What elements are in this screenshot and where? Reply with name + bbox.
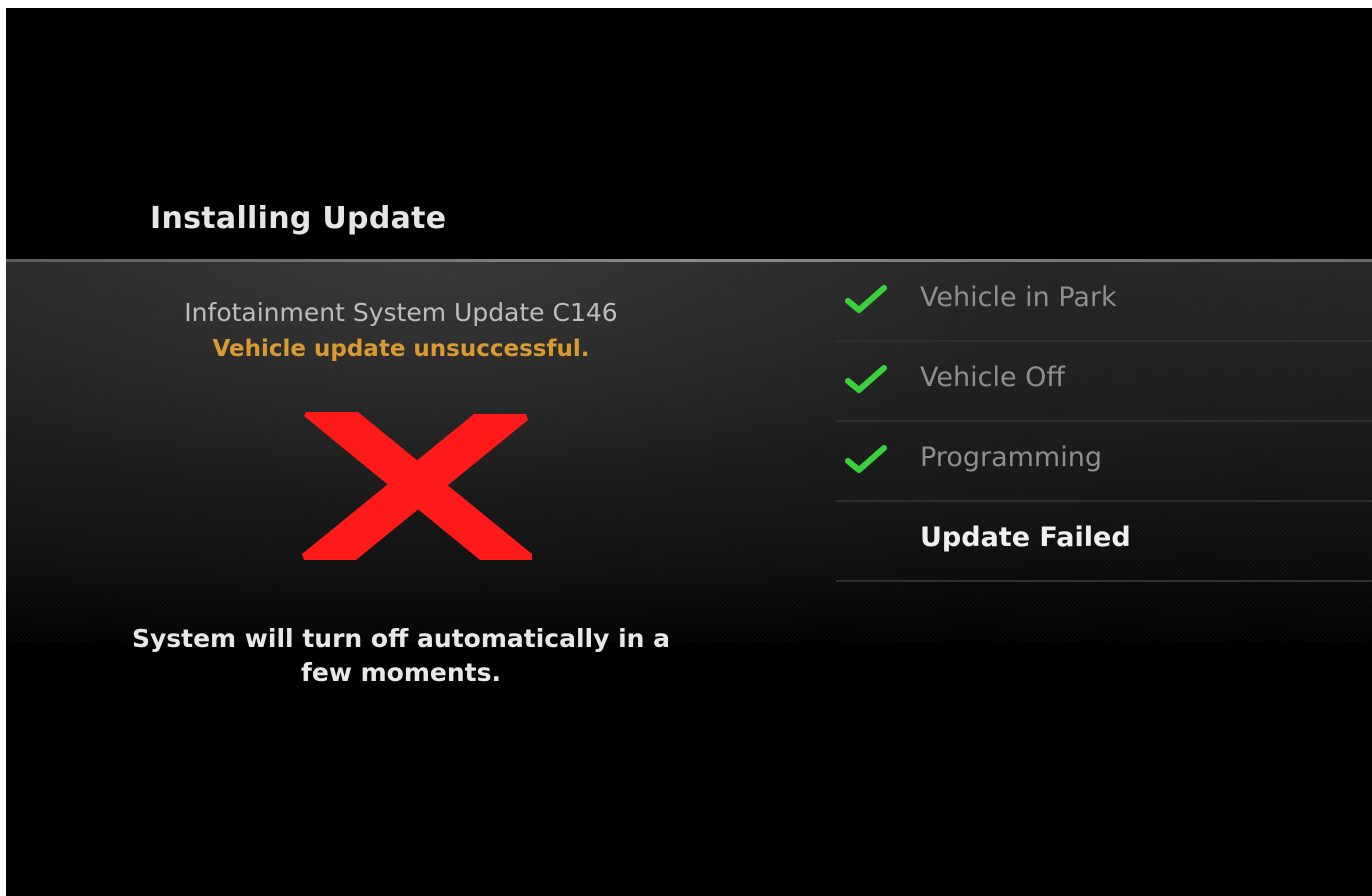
checkmark-icon (845, 365, 887, 393)
update-status-area: Infotainment System Update C146 Vehicle … (6, 262, 796, 687)
checklist-item-label: Vehicle in Park (920, 282, 1117, 313)
checklist-item-label: Update Failed (920, 522, 1131, 553)
checklist-item-programming: Programming (836, 422, 1372, 502)
update-status-message: Vehicle update unsuccessful. (212, 336, 590, 362)
shutdown-message: System will turn off automatically in a … (6, 622, 796, 690)
checklist-item-label: Programming (920, 442, 1102, 473)
checkmark-icon (845, 285, 887, 313)
update-panel: Infotainment System Update C146 Vehicle … (6, 262, 1372, 687)
checklist-item-update-failed: Update Failed (836, 502, 1372, 582)
checklist-item-label: Vehicle Off (920, 362, 1065, 393)
update-checklist: Vehicle in Park Vehicle Off Programming … (836, 262, 1372, 582)
shutdown-message-line-1: System will turn off automatically in a (131, 624, 671, 653)
shutdown-message-line-2: few moments. (301, 658, 501, 687)
red-x-icon (302, 412, 532, 560)
checklist-item-vehicle-off: Vehicle Off (836, 342, 1372, 422)
page-title: Installing Update (150, 201, 447, 236)
checkmark-icon (845, 445, 887, 473)
checklist-item-vehicle-in-park: Vehicle in Park (836, 262, 1372, 342)
update-screen: Installing Update Infotainment System Up… (6, 8, 1372, 896)
update-name: Infotainment System Update C146 (184, 298, 618, 327)
